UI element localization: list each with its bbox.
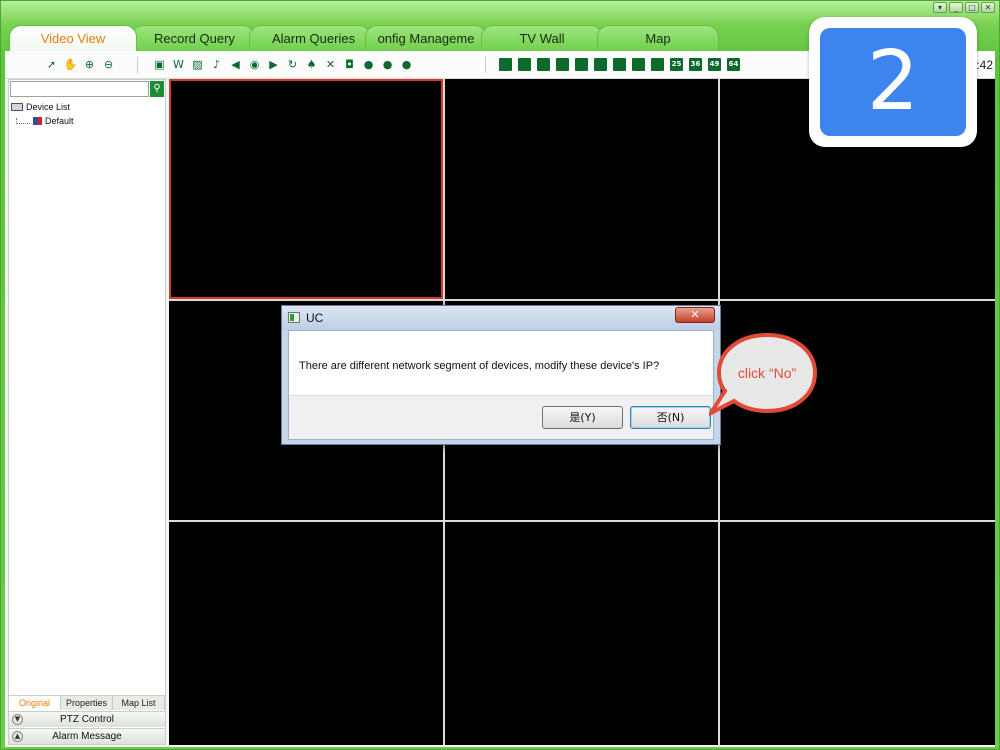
tab-record-query[interactable]: Record Query <box>131 25 255 51</box>
view-tools: ➚ ✋ ⊕ ⊖ <box>45 58 115 71</box>
dialog-footer: 是(Y) 否(N) <box>289 395 713 439</box>
tree-connector <box>16 118 30 124</box>
hand-icon[interactable]: ✋ <box>64 58 78 71</box>
layout-8-icon[interactable] <box>632 58 645 71</box>
alarm-icon[interactable]: ♠ <box>305 58 318 71</box>
dialog-message: There are different network segment of d… <box>299 360 660 372</box>
microphone-icon[interactable]: ♪ <box>210 58 223 71</box>
chevron-up-icon[interactable]: ▲ <box>12 731 23 742</box>
play-icon[interactable]: ● <box>362 58 375 71</box>
minimize-icon[interactable]: _ <box>949 2 963 13</box>
group-icon <box>33 117 42 125</box>
tree-item-default[interactable]: Default <box>11 114 74 128</box>
fullscreen-icon[interactable]: ▣ <box>153 58 166 71</box>
layout-13-icon[interactable]: 64 <box>727 58 740 71</box>
maximize-icon[interactable]: □ <box>965 2 979 13</box>
left-panel-tabs: Original Properties Map List <box>9 695 165 710</box>
layout-tools: 25 36 49 64 <box>499 58 740 71</box>
layout-11-icon[interactable]: 36 <box>689 58 702 71</box>
dialog-title: UC <box>306 311 324 325</box>
app-window: ▾ _ □ ✕ Video View Record Query Alarm Qu… <box>0 0 1000 750</box>
layout-10-icon[interactable]: 25 <box>670 58 683 71</box>
step-badge: 2 <box>809 17 977 147</box>
toolbar-divider <box>137 57 138 73</box>
tab-map-list[interactable]: Map List <box>113 696 165 710</box>
ptz-control-label: PTZ Control <box>60 714 114 725</box>
layout-7-icon[interactable] <box>613 58 626 71</box>
alarm-message-label: Alarm Message <box>52 731 122 742</box>
zoom-out-icon[interactable]: ⊖ <box>102 58 115 71</box>
app-icon <box>288 312 300 323</box>
close-icon[interactable]: ✕ <box>981 2 995 13</box>
device-list-icon <box>11 103 23 111</box>
record-icon[interactable]: ▶ <box>267 58 280 71</box>
refresh-icon[interactable]: ↻ <box>286 58 299 71</box>
tree-item-label: Device List <box>26 102 71 112</box>
step-number: 2 <box>820 28 966 136</box>
video-cell-7[interactable] <box>169 522 443 745</box>
confirm-dialog: UC ✕ There are different network segment… <box>281 305 721 445</box>
layout-12-icon[interactable]: 49 <box>708 58 721 71</box>
tab-map[interactable]: Map <box>597 25 719 51</box>
stop-icon[interactable]: ● <box>381 58 394 71</box>
no-button[interactable]: 否(N) <box>630 406 711 429</box>
speaker-icon[interactable]: ◀ <box>229 58 242 71</box>
tab-properties[interactable]: Properties <box>61 696 113 710</box>
video-cell-9[interactable] <box>720 522 995 745</box>
yes-button[interactable]: 是(Y) <box>542 406 623 429</box>
device-search: ⚲ <box>10 81 164 97</box>
dialog-body: There are different network segment of d… <box>288 330 714 440</box>
tree-item-device-list[interactable]: Device List <box>11 100 74 114</box>
main-tabs: Video View Record Query Alarm Queries on… <box>9 25 719 51</box>
tab-tv-wall[interactable]: TV Wall <box>481 25 603 51</box>
tab-alarm-queries[interactable]: Alarm Queries <box>249 25 371 51</box>
aspect-icon[interactable]: W <box>172 58 185 71</box>
callout-text: click “No” <box>738 365 797 381</box>
zoom-in-icon[interactable]: ⊕ <box>83 58 96 71</box>
chevron-down-icon[interactable]: ▼ <box>12 714 23 725</box>
layout-5-icon[interactable] <box>575 58 588 71</box>
alarm-message-bar[interactable]: ▲ Alarm Message <box>9 728 165 744</box>
device-tree: Device List Default <box>11 100 74 128</box>
video-cell-2[interactable] <box>445 79 718 299</box>
search-icon[interactable]: ⚲ <box>150 81 164 97</box>
snapshot-icon[interactable]: ▨ <box>191 58 204 71</box>
window-controls: ▾ _ □ ✕ <box>933 2 995 13</box>
layout-6-icon[interactable] <box>594 58 607 71</box>
device-search-input[interactable] <box>10 81 149 97</box>
device-panel: ⚲ Device List Default Original Propertie… <box>8 79 166 745</box>
tab-video-view[interactable]: Video View <box>9 25 137 51</box>
ptz-control-bar[interactable]: ▼ PTZ Control <box>9 711 165 727</box>
dialog-titlebar[interactable]: UC ✕ <box>282 306 720 330</box>
video-cell-8[interactable] <box>445 522 718 745</box>
clock-text: :42 <box>976 58 993 72</box>
layout-1-icon[interactable] <box>499 58 512 71</box>
tab-original[interactable]: Original <box>9 696 61 710</box>
video-cell-1[interactable] <box>169 79 443 299</box>
dialog-close-button[interactable]: ✕ <box>675 307 715 323</box>
monitor-icon[interactable]: ◘ <box>343 58 356 71</box>
tab-config-management[interactable]: onfig Manageme <box>365 25 487 51</box>
click-no-callout: click “No” <box>709 332 818 417</box>
toolbar-divider <box>485 57 486 73</box>
broadcast-icon[interactable]: ◉ <box>248 58 261 71</box>
pointer-icon[interactable]: ➚ <box>45 58 58 71</box>
menu-icon[interactable]: ▾ <box>933 2 947 13</box>
pause-icon[interactable]: ● <box>400 58 413 71</box>
layout-2-icon[interactable] <box>518 58 531 71</box>
tree-item-label: Default <box>45 116 74 126</box>
stream-tools: ▣ W ▨ ♪ ◀ ◉ ▶ ↻ ♠ ✕ ◘ ● ● ● <box>153 58 413 71</box>
layout-3-icon[interactable] <box>537 58 550 71</box>
layout-9-icon[interactable] <box>651 58 664 71</box>
close-all-icon[interactable]: ✕ <box>324 58 337 71</box>
layout-4-icon[interactable] <box>556 58 569 71</box>
